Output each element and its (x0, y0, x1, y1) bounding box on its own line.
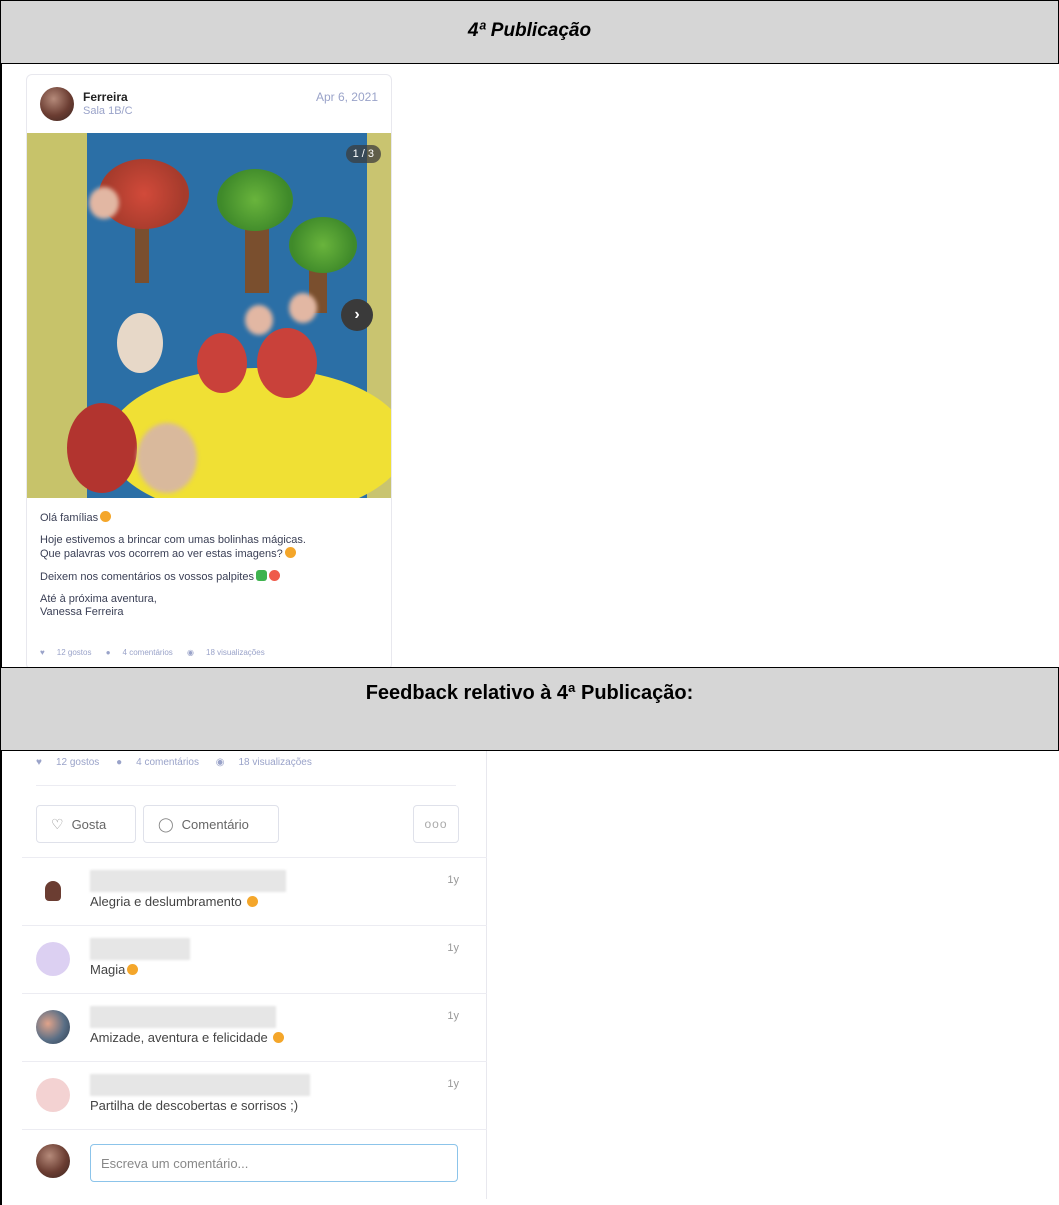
comment-text: Partilha de descobertas e sorrisos ;) (90, 1098, 299, 1113)
post-stats: ♥ 12 gostos ● 4 comentários ◉ 18 visualizaç… (40, 648, 277, 657)
comment-item: Alegria e deslumbramento 1y (22, 857, 487, 925)
grin-emoji-icon (273, 1032, 285, 1043)
comment-text: Amizade, aventura e felicidade (90, 1030, 285, 1045)
caption-line: Hoje estivemos a brincar com umas bolinh… (40, 534, 306, 546)
post-author[interactable]: Ferreira (83, 90, 128, 104)
document-table: 4ª Publicação Ferreira Sala 1B/C Apr 6, … (0, 0, 1059, 1205)
feedback-panel: ♥ 12 gostos ● 4 comentários ◉ 18 visualizaç… (22, 751, 487, 1199)
more-options-button[interactable]: ooo (413, 805, 459, 843)
avatar[interactable] (40, 87, 74, 121)
caption-line: Olá famílias (40, 512, 99, 524)
commenter-name-blurred (90, 938, 190, 960)
comment-button[interactable]: ◯ Comentário (143, 805, 279, 843)
comment-time: 1y (447, 1078, 459, 1090)
likes-count[interactable]: 12 gostos (57, 648, 92, 657)
eye-icon: ◉ (215, 757, 225, 768)
commenter-name-blurred (90, 870, 286, 892)
feedback-stats: ♥ 12 gostos ● 4 comentários ◉ 18 visualizaç… (36, 757, 326, 768)
divider (36, 785, 456, 786)
commenter-name-blurred (90, 1006, 276, 1028)
comment-icon: ● (105, 648, 111, 657)
heart-icon: ♥ (40, 648, 45, 657)
photo-child (257, 328, 317, 398)
smile-emoji-icon (247, 896, 259, 907)
photo-tree (289, 217, 357, 273)
photo-face-blur (137, 423, 197, 493)
comment-time: 1y (447, 942, 459, 954)
avatar[interactable] (36, 1010, 70, 1044)
section-header-feedback: Feedback relativo à 4ª Publicação: (0, 667, 1059, 751)
comments-count[interactable]: 4 comentários (136, 757, 199, 768)
table-border (0, 751, 2, 1205)
avatar[interactable] (36, 942, 70, 976)
commenter-name-blurred (90, 1074, 310, 1096)
thinking-emoji-icon (284, 547, 296, 558)
image-counter-badge: 1 / 3 (345, 145, 381, 163)
next-image-button[interactable]: › (341, 299, 373, 331)
comment-time: 1y (447, 1010, 459, 1022)
comments-count[interactable]: 4 comentários (123, 648, 173, 657)
photo-face-blur (289, 293, 317, 323)
comment-input-row (22, 1129, 487, 1193)
post-header: Ferreira Sala 1B/C Apr 6, 2021 (27, 75, 391, 133)
heart-icon: ♥ (36, 757, 42, 768)
like-label: Gosta (71, 817, 107, 832)
views-count: 18 visualizações (238, 757, 312, 768)
comment-label: Comentário (181, 817, 249, 832)
post-date: Apr 6, 2021 (315, 90, 378, 104)
table-border (0, 64, 2, 667)
comment-item: Magia 1y (22, 925, 487, 993)
views-count: 18 visualizações (206, 648, 265, 657)
post-card: Ferreira Sala 1B/C Apr 6, 2021 1 / 3 › O… (26, 74, 392, 670)
post-room[interactable]: Sala 1B/C (83, 105, 133, 117)
caption-line: Deixem nos comentários os vossos palpite… (40, 571, 254, 583)
green-heart-emoji-icon (255, 570, 267, 581)
smile-emoji-icon (127, 964, 139, 975)
comment-item: Partilha de descobertas e sorrisos ;) 1y (22, 1061, 487, 1129)
avatar[interactable] (36, 1078, 70, 1112)
post-photo[interactable]: 1 / 3 › (27, 133, 391, 498)
comment-item: Amizade, aventura e felicidade 1y (22, 993, 487, 1061)
caption-line: Vanessa Ferreira (40, 606, 124, 618)
speech-bubble-icon: ◯ (158, 816, 174, 832)
likes-count[interactable]: 12 gostos (56, 757, 99, 768)
comment-time: 1y (447, 874, 459, 886)
like-button[interactable]: ♡ Gosta (36, 805, 136, 843)
chevron-right-icon: › (354, 306, 360, 323)
comment-text: Magia (90, 962, 139, 977)
comment-icon: ● (116, 757, 123, 768)
more-icon: ooo (424, 817, 448, 831)
smile-emoji-icon (100, 511, 112, 522)
caption-line: Que palavras vos ocorrem ao ver estas im… (40, 548, 283, 560)
photo-child (67, 403, 137, 493)
photo-child (117, 313, 163, 373)
caption-line: Até à próxima aventura, (40, 593, 157, 605)
eye-icon: ◉ (187, 648, 194, 657)
section-title: 4ª Publicação (467, 20, 592, 41)
wink-emoji-icon (268, 570, 280, 581)
photo-face-blur (245, 305, 273, 335)
avatar[interactable] (36, 874, 70, 908)
heart-outline-icon: ♡ (51, 816, 64, 832)
photo-child (197, 333, 247, 393)
photo-tree (217, 169, 293, 231)
photo-face-blur (89, 187, 119, 219)
comment-text: Alegria e deslumbramento (90, 894, 259, 909)
section-title: Feedback relativo à 4ª Publicação: (365, 682, 694, 704)
section-header-publication: 4ª Publicação (0, 0, 1059, 64)
comment-input[interactable] (90, 1144, 458, 1182)
post-caption: Olá famílias Hoje estivemos a brincar co… (40, 511, 380, 628)
avatar[interactable] (36, 1144, 70, 1178)
